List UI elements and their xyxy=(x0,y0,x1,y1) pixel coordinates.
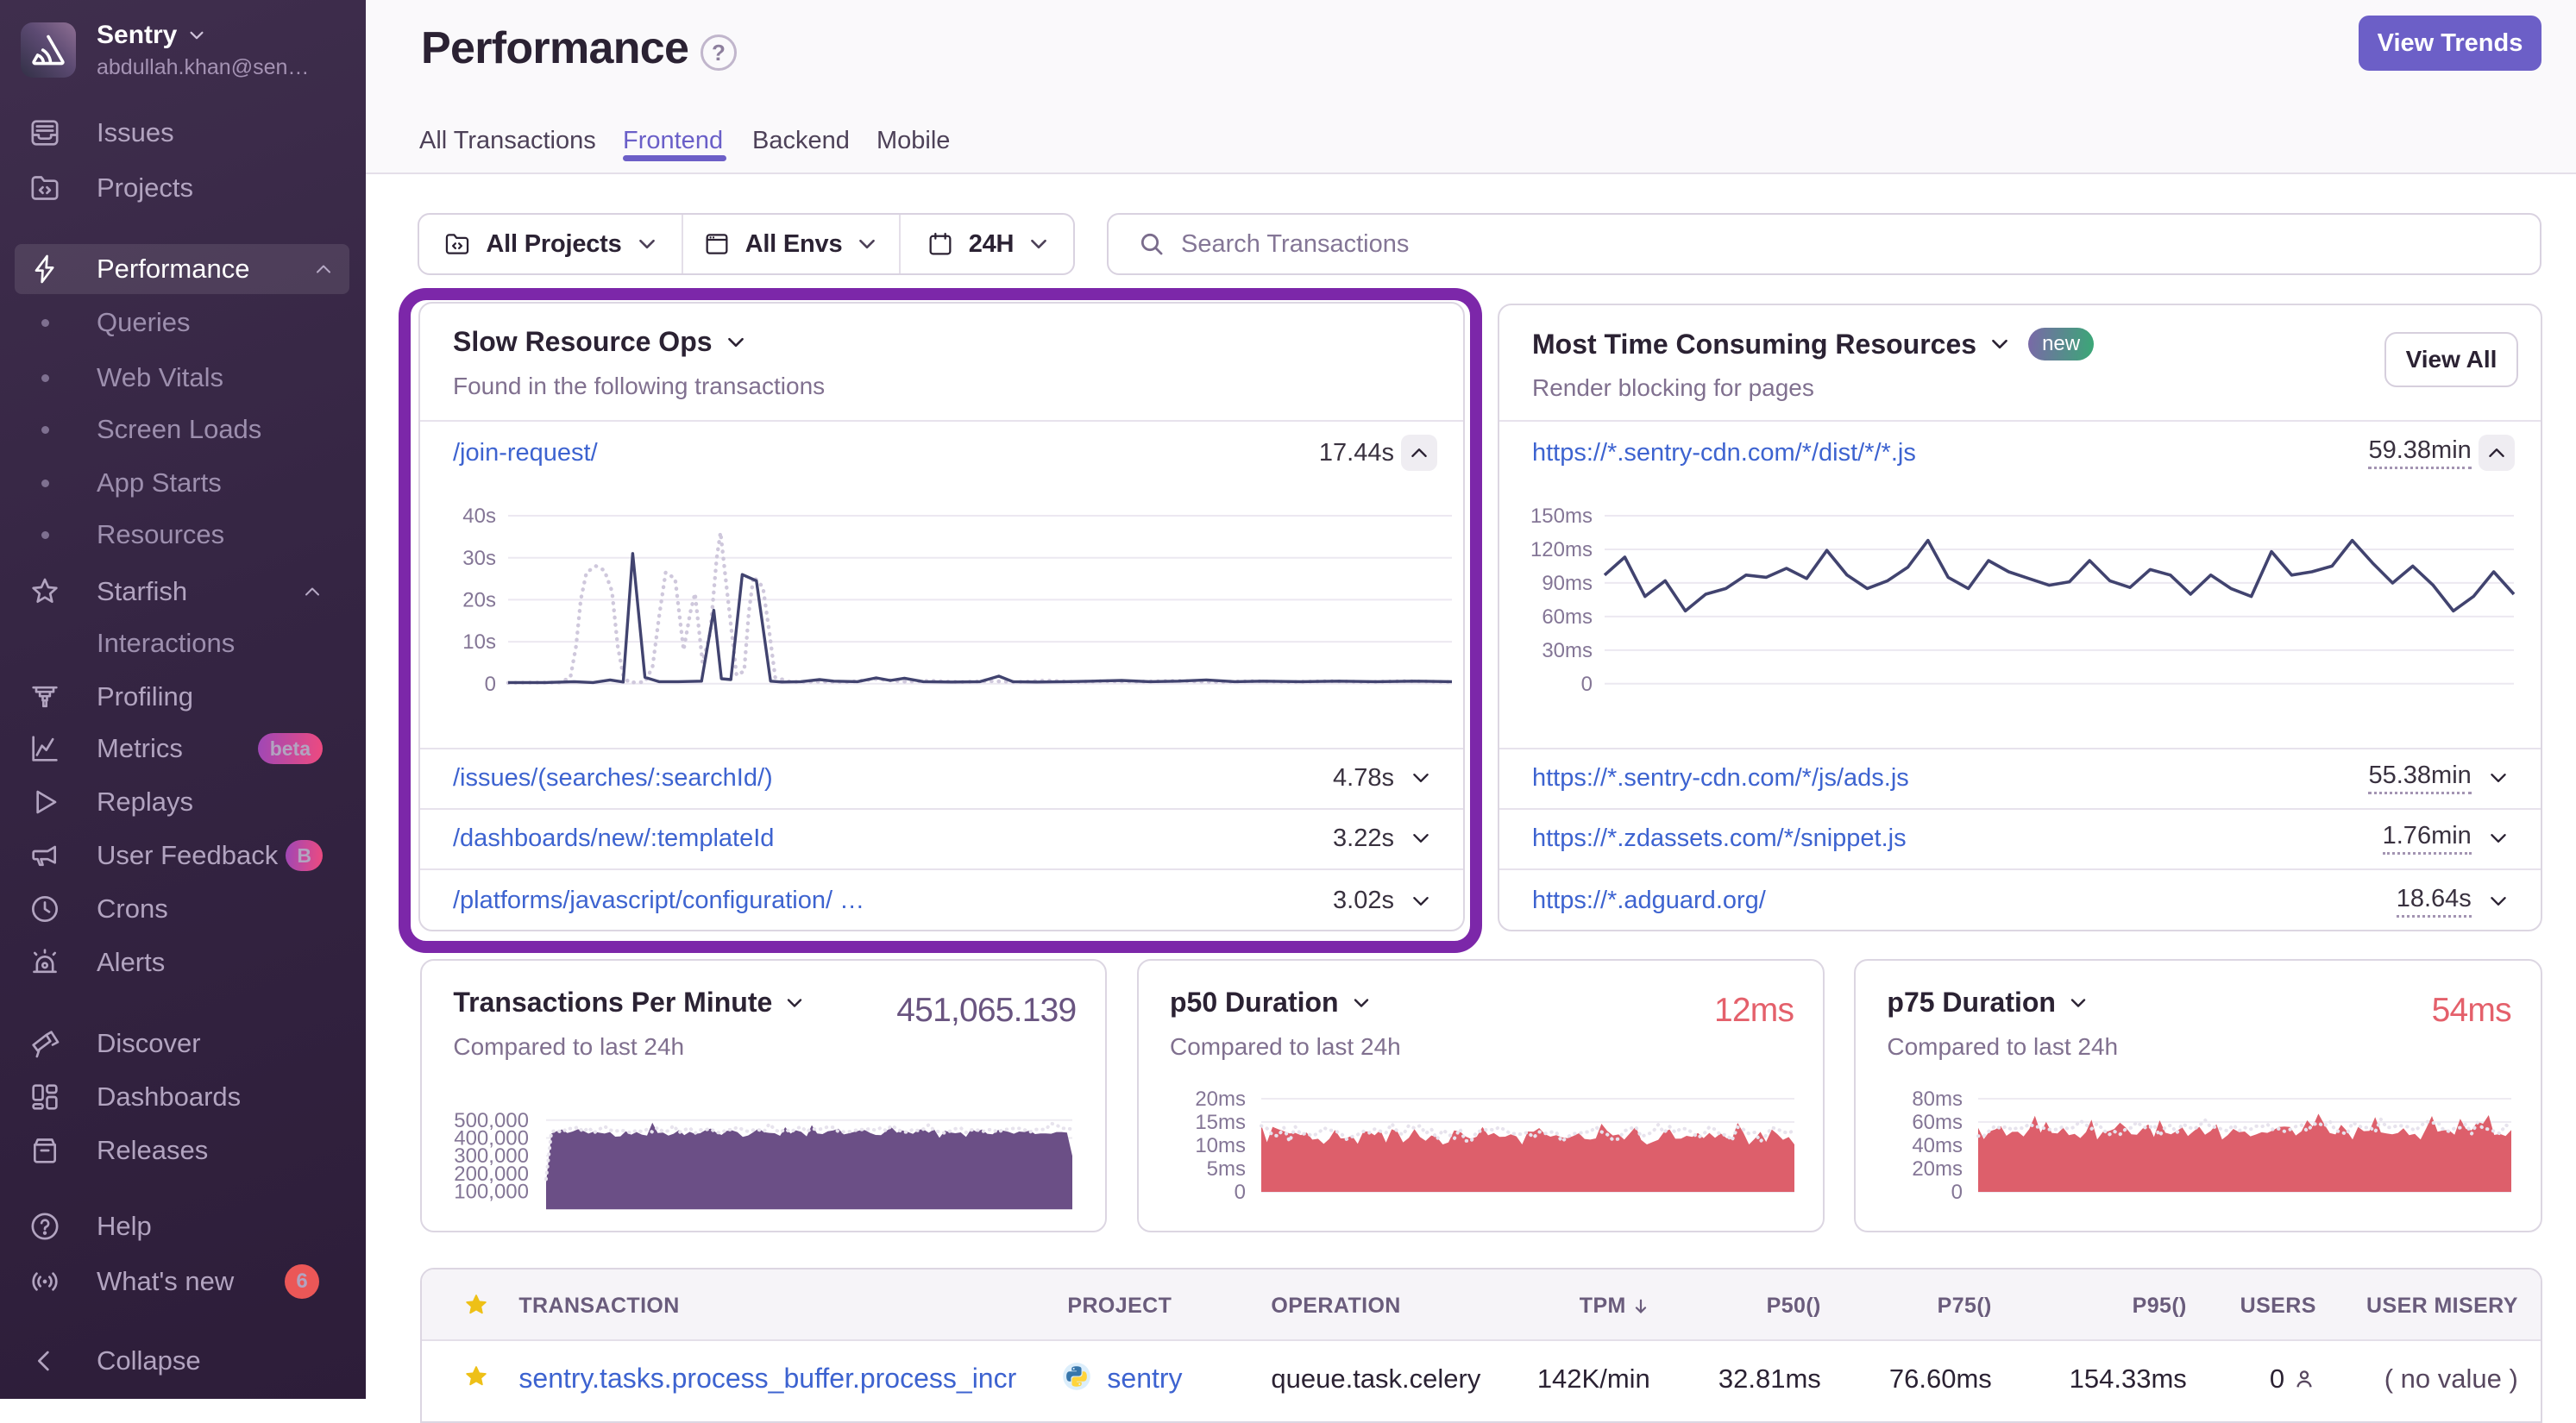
svg-text:20ms: 20ms xyxy=(1913,1157,1963,1181)
svg-text:60ms: 60ms xyxy=(1542,605,1593,629)
svg-text:60ms: 60ms xyxy=(1913,1111,1963,1134)
svg-text:0: 0 xyxy=(1951,1181,1963,1204)
svg-text:40ms: 40ms xyxy=(1913,1134,1963,1157)
svg-text:150ms: 150ms xyxy=(1530,505,1593,528)
svg-text:80ms: 80ms xyxy=(1913,1088,1963,1111)
svg-text:15ms: 15ms xyxy=(1195,1111,1246,1134)
svg-text:0: 0 xyxy=(1581,673,1593,696)
svg-text:5ms: 5ms xyxy=(1207,1157,1246,1181)
svg-text:90ms: 90ms xyxy=(1542,572,1593,595)
svg-text:0: 0 xyxy=(1235,1181,1246,1204)
svg-text:120ms: 120ms xyxy=(1530,538,1593,561)
svg-text:20ms: 20ms xyxy=(1195,1088,1246,1111)
svg-text:10ms: 10ms xyxy=(1195,1134,1246,1157)
svg-text:30ms: 30ms xyxy=(1542,639,1593,662)
svg-text:100,000: 100,000 xyxy=(455,1181,530,1204)
